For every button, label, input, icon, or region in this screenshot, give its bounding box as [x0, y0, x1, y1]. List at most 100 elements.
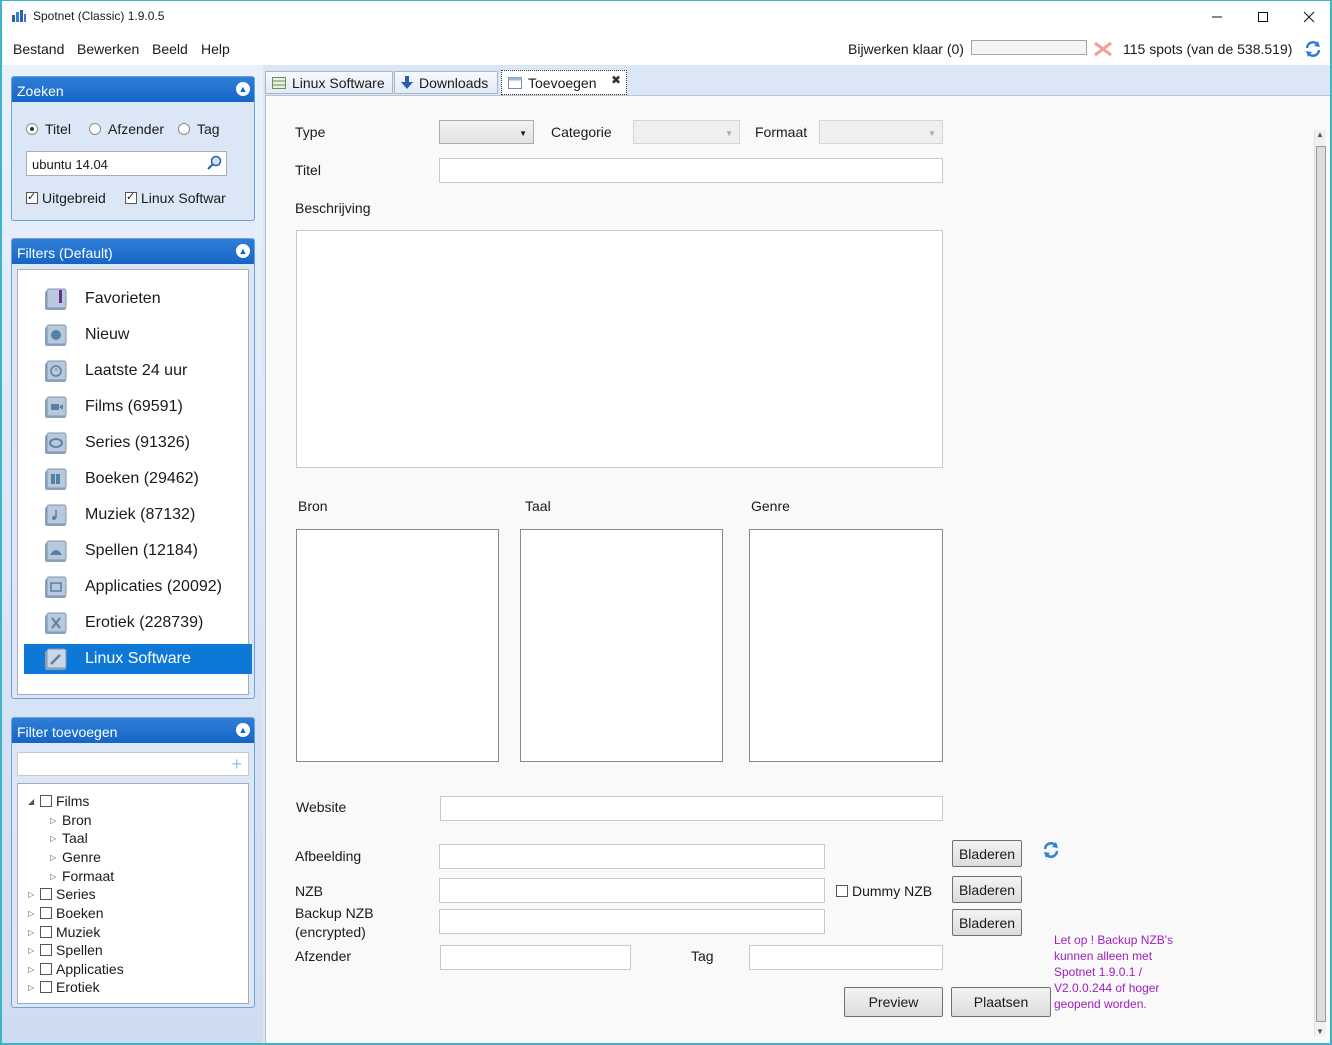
- backup-nzb-input[interactable]: [439, 909, 825, 934]
- plaatsen-button[interactable]: Plaatsen: [951, 987, 1051, 1017]
- cancel-update-icon[interactable]: [1092, 41, 1114, 57]
- filter-add-panel-header[interactable]: Filter toevoegen ▲: [12, 718, 254, 743]
- checkbox[interactable]: [40, 795, 52, 807]
- filter-item-boeken[interactable]: Boeken (29462): [24, 464, 252, 494]
- filter-item-films[interactable]: Films (69591): [24, 392, 252, 422]
- afbeelding-input[interactable]: [439, 844, 825, 869]
- application-folder-icon: [45, 576, 67, 598]
- scrollbar-thumb[interactable]: [1316, 146, 1326, 1022]
- checkbox[interactable]: [40, 888, 52, 900]
- add-icon[interactable]: +: [231, 754, 242, 775]
- collapsed-icon[interactable]: ▷: [28, 928, 40, 937]
- tree-node-genre[interactable]: ▷ Genre: [50, 849, 101, 865]
- checkbox[interactable]: [40, 926, 52, 938]
- formaat-select[interactable]: ▼: [819, 120, 943, 144]
- tree-label: Taal: [62, 830, 88, 846]
- filter-item-spellen[interactable]: Spellen (12184): [24, 536, 252, 566]
- collapse-icon[interactable]: ▲: [236, 82, 250, 96]
- collapsed-icon[interactable]: ▷: [28, 983, 40, 992]
- refresh-icon[interactable]: [1041, 840, 1061, 860]
- left-sidebar: Zoeken ▲ Titel Afzender Tag ubuntu 14.04: [2, 65, 263, 1043]
- check-uitgebreid[interactable]: Uitgebreid: [26, 190, 106, 206]
- filter-item-applicaties[interactable]: Applicaties (20092): [24, 572, 252, 602]
- minimize-button[interactable]: [1194, 1, 1240, 32]
- tab-toevoegen[interactable]: Toevoegen ✖: [501, 70, 627, 95]
- browse-backup-nzb-button[interactable]: Bladeren: [952, 909, 1022, 936]
- filter-name-input[interactable]: +: [17, 752, 249, 776]
- browse-nzb-button[interactable]: Bladeren: [952, 876, 1022, 903]
- beschrijving-textarea[interactable]: [296, 230, 943, 468]
- collapsed-icon[interactable]: ▷: [28, 965, 40, 974]
- tree-label: Genre: [62, 849, 101, 865]
- tree-node-applicaties[interactable]: ▷ Applicaties: [28, 961, 124, 977]
- browse-afbeelding-button[interactable]: Bladeren: [952, 840, 1022, 867]
- filter-item-muziek[interactable]: Muziek (87132): [24, 500, 252, 530]
- tree-node-spellen[interactable]: ▷ Spellen: [28, 942, 103, 958]
- filter-item-laatste-24-uur[interactable]: Laatste 24 uur: [24, 356, 252, 386]
- type-select[interactable]: ▼: [439, 120, 534, 144]
- close-button[interactable]: [1286, 1, 1330, 32]
- filters-panel-header[interactable]: Filters (Default) ▲: [12, 239, 254, 264]
- genre-list[interactable]: [749, 529, 943, 762]
- search-input[interactable]: ubuntu 14.04: [26, 151, 227, 176]
- menu-bestand[interactable]: Bestand: [13, 41, 64, 57]
- website-input[interactable]: [440, 796, 943, 821]
- tab-linux-software[interactable]: Linux Software: [265, 71, 393, 94]
- bron-list[interactable]: [296, 529, 499, 762]
- filter-item-nieuw[interactable]: Nieuw: [24, 320, 252, 350]
- tree-node-taal[interactable]: ▷ Taal: [50, 830, 88, 846]
- tab-downloads[interactable]: Downloads: [394, 71, 498, 94]
- radio-tag[interactable]: Tag: [178, 121, 220, 137]
- tree-node-formaat[interactable]: ▷ Formaat: [50, 868, 114, 884]
- filter-item-erotiek[interactable]: Erotiek (228739): [24, 608, 252, 638]
- close-tab-icon[interactable]: ✖: [611, 73, 621, 87]
- scroll-up-icon[interactable]: ▲: [1316, 130, 1324, 139]
- collapsed-icon[interactable]: ▷: [50, 834, 62, 843]
- filter-item-series[interactable]: Series (91326): [24, 428, 252, 458]
- search-panel-title: Zoeken: [17, 83, 64, 99]
- tree-node-muziek[interactable]: ▷ Muziek: [28, 924, 100, 940]
- nzb-input[interactable]: [439, 878, 825, 903]
- filter-item-favorieten[interactable]: Favorieten: [24, 284, 252, 314]
- categorie-select[interactable]: ▼: [633, 120, 740, 144]
- tree-node-series[interactable]: ▷ Series: [28, 886, 96, 902]
- tree-node-boeken[interactable]: ▷ Boeken: [28, 905, 103, 921]
- radio-afzender[interactable]: Afzender: [89, 121, 164, 137]
- tree-node-erotiek[interactable]: ▷ Erotiek: [28, 979, 100, 995]
- collapsed-icon[interactable]: ▷: [50, 816, 62, 825]
- maximize-button[interactable]: [1240, 1, 1286, 32]
- menu-bewerken[interactable]: Bewerken: [77, 41, 139, 57]
- search-panel-header[interactable]: Zoeken ▲: [12, 77, 254, 102]
- collapsed-icon[interactable]: ▷: [50, 872, 62, 881]
- taal-list[interactable]: [520, 529, 723, 762]
- radio-titel[interactable]: Titel: [26, 121, 71, 137]
- menu-help[interactable]: Help: [201, 41, 230, 57]
- filter-item-linux-software[interactable]: Linux Software: [24, 644, 252, 674]
- refresh-icon[interactable]: [1303, 39, 1323, 59]
- preview-button[interactable]: Preview: [844, 987, 943, 1017]
- collapsed-icon[interactable]: ▷: [28, 946, 40, 955]
- collapsed-icon[interactable]: ▷: [28, 890, 40, 899]
- afzender-input[interactable]: [440, 945, 631, 970]
- check-linux-software[interactable]: Linux Softwar: [125, 190, 226, 206]
- checkbox[interactable]: [40, 907, 52, 919]
- dummy-nzb-checkbox[interactable]: Dummy NZB: [836, 883, 932, 899]
- expanded-icon[interactable]: ◢: [28, 797, 40, 806]
- tag-input[interactable]: [749, 945, 943, 970]
- collapsed-icon[interactable]: ▷: [28, 909, 40, 918]
- checkbox[interactable]: [40, 944, 52, 956]
- search-icon[interactable]: [206, 155, 222, 171]
- check-linux-label: Linux Softwar: [141, 190, 226, 206]
- taal-label: Taal: [525, 498, 551, 514]
- collapsed-icon[interactable]: ▷: [50, 853, 62, 862]
- collapse-icon[interactable]: ▲: [236, 723, 250, 737]
- checkbox[interactable]: [40, 963, 52, 975]
- tree-node-bron[interactable]: ▷ Bron: [50, 812, 92, 828]
- checkbox[interactable]: [40, 981, 52, 993]
- tree-node-films[interactable]: ◢ Films: [28, 793, 89, 809]
- titel-input[interactable]: [439, 158, 943, 183]
- collapse-icon[interactable]: ▲: [236, 244, 250, 258]
- vertical-scrollbar[interactable]: ▲ ▼: [1314, 130, 1326, 1036]
- menu-beeld[interactable]: Beeld: [152, 41, 188, 57]
- scroll-down-icon[interactable]: ▼: [1316, 1027, 1324, 1036]
